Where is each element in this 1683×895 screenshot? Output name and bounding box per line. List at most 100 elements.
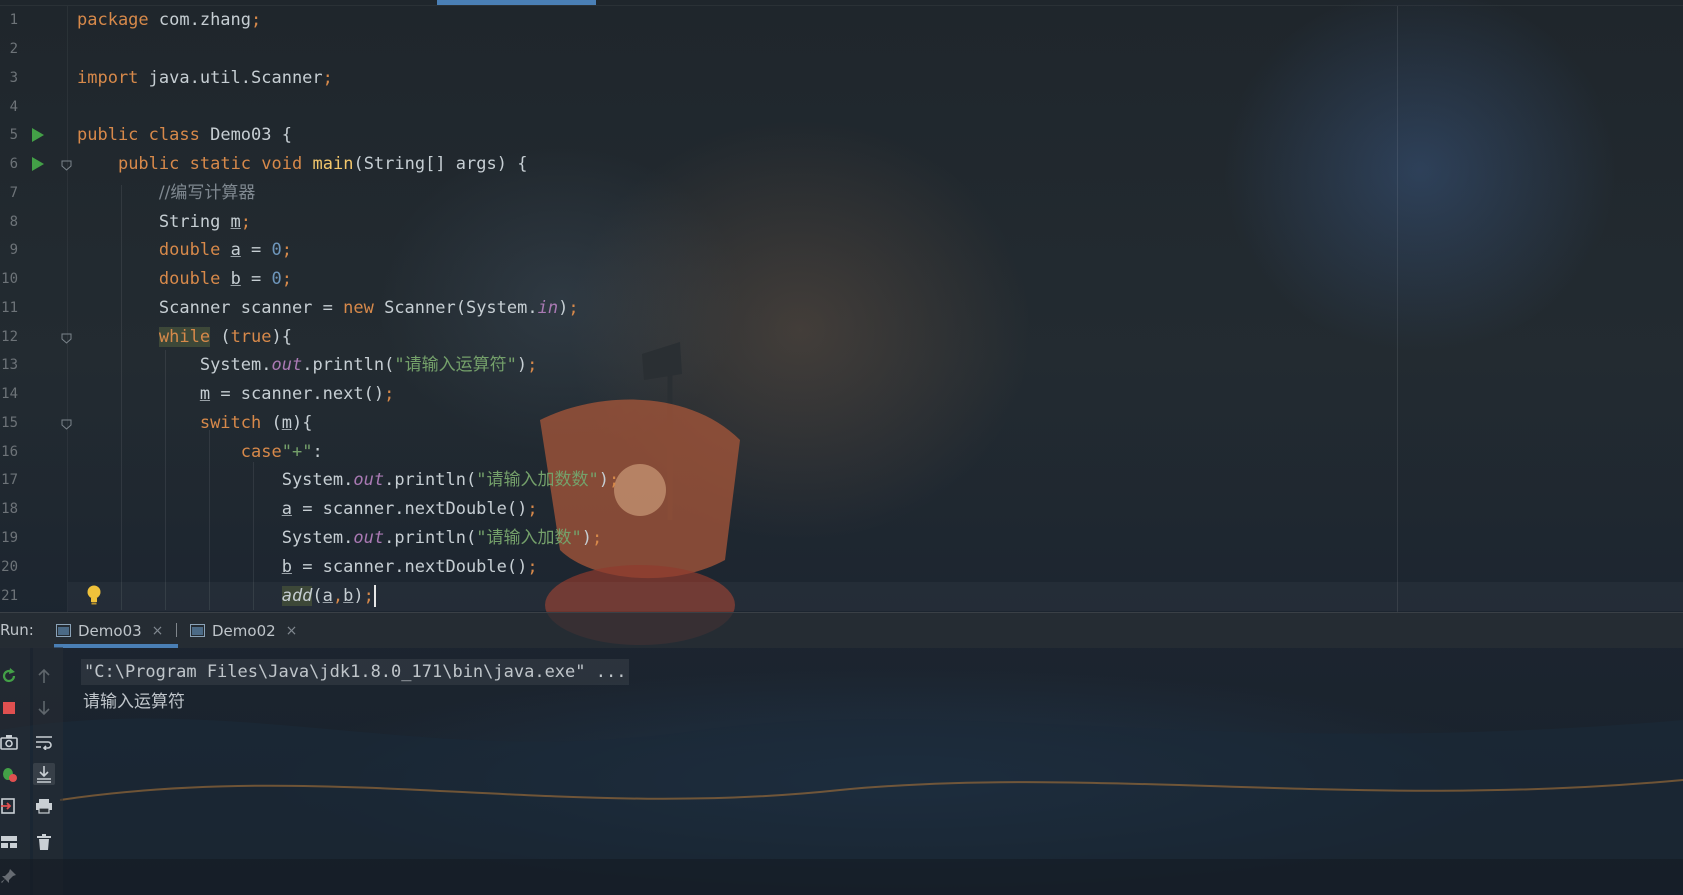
variable-token: a: [322, 586, 333, 606]
rerun-button[interactable]: [0, 665, 20, 687]
keyword-token: package: [77, 10, 149, 30]
stop-icon: [3, 702, 15, 714]
trash-icon: [37, 834, 51, 850]
right-margin-guide: [1397, 6, 1398, 612]
line-number: 4: [9, 99, 18, 115]
line-number: 18: [1, 501, 18, 517]
code-line-15[interactable]: switch (m){: [77, 409, 313, 438]
line-number: 1: [9, 12, 18, 28]
text-cursor: [373, 585, 376, 607]
comment-text: //编写计算器: [158, 183, 256, 203]
comma: ,: [332, 586, 344, 606]
code-line-21[interactable]: add(a,b);: [77, 582, 376, 611]
code-text: :: [312, 442, 323, 462]
code-line-7[interactable]: //编写计算器: [77, 179, 255, 208]
camera-icon: [0, 735, 18, 750]
code-line-20[interactable]: b = scanner.nextDouble();: [77, 553, 538, 582]
semicolon: ;: [240, 212, 252, 232]
keyword-token: public: [77, 125, 139, 145]
semicolon: ;: [608, 470, 620, 490]
line-number: 19: [1, 530, 18, 546]
code-text: System.: [281, 528, 354, 548]
code-line-5[interactable]: public class Demo03 {: [77, 121, 292, 150]
code-line-18[interactable]: a = scanner.nextDouble();: [77, 495, 538, 524]
console-command-line[interactable]: "C:\Program Files\Java\jdk1.8.0_171\bin\…: [81, 659, 630, 685]
string-literal: "请输入运算符": [394, 355, 517, 375]
code-line-13[interactable]: System.out.println("请输入运算符");: [77, 351, 537, 380]
code-text: ): [598, 470, 609, 490]
semicolon: ;: [527, 499, 538, 519]
static-field: out: [353, 528, 385, 548]
code-line-8[interactable]: String m;: [77, 208, 251, 237]
console-tab-icon: [190, 624, 205, 637]
code-text: = scanner.nextDouble(): [291, 557, 528, 577]
bottom-strip: [0, 859, 1683, 895]
static-field: in: [537, 298, 559, 318]
run-class-icon[interactable]: [32, 128, 44, 142]
tab-label: Demo03: [78, 621, 142, 640]
code-line-16[interactable]: case"+":: [77, 438, 323, 467]
exit-icon: [1, 798, 15, 814]
code-text: ): [581, 528, 592, 548]
tab-demo02[interactable]: Demo02 ×: [190, 613, 310, 648]
line-number: 21: [1, 588, 18, 604]
scroll-to-end-button[interactable]: [33, 763, 55, 785]
line-number: 20: [1, 559, 18, 575]
fold-icon[interactable]: [61, 160, 72, 171]
code-line-19[interactable]: System.out.println("请输入加数");: [77, 524, 602, 553]
code-line-3[interactable]: import java.util.Scanner;: [77, 64, 333, 93]
semicolon: ;: [363, 586, 374, 606]
code-line-12[interactable]: while (true){: [77, 323, 292, 352]
keyword-token: true: [230, 327, 272, 347]
number-literal: 0: [271, 269, 282, 289]
console-tab-icon: [56, 624, 71, 637]
code-text: (: [312, 586, 323, 606]
line-number: 3: [9, 70, 18, 86]
code-line-14[interactable]: m = scanner.next();: [77, 380, 395, 409]
semicolon: ;: [527, 355, 538, 375]
code-text: ): [516, 355, 528, 375]
exit-button[interactable]: [0, 795, 20, 817]
semicolon: ;: [322, 68, 333, 88]
console-output[interactable]: "C:\Program Files\Java\jdk1.8.0_171\bin\…: [64, 647, 1683, 875]
run-main-icon[interactable]: [32, 157, 44, 171]
run-toolbar-secondary: [33, 647, 63, 895]
debug-settings-button[interactable]: [0, 763, 20, 785]
code-line-17[interactable]: System.out.println("请输入加数数");: [77, 466, 619, 495]
layout-button[interactable]: [0, 831, 20, 853]
code-line-9[interactable]: double a = 0;: [77, 236, 292, 265]
up-button[interactable]: [33, 665, 55, 687]
code-text: (String[] args) {: [353, 154, 528, 174]
line-number: 8: [9, 214, 18, 230]
semicolon: ;: [568, 298, 579, 318]
clear-all-button[interactable]: [33, 831, 55, 853]
code-line-1[interactable]: package com.zhang;: [77, 6, 261, 35]
fold-icon[interactable]: [61, 333, 72, 344]
code-line-11[interactable]: Scanner scanner = new Scanner(System.in)…: [77, 294, 579, 323]
keyword-token: double: [158, 240, 221, 260]
tab-demo03[interactable]: Demo03 ×: [54, 613, 178, 648]
keyword-token: import: [77, 68, 139, 88]
stop-button[interactable]: [0, 697, 20, 719]
close-icon[interactable]: ×: [286, 623, 298, 639]
code-editor[interactable]: 1 2 3 4 5 6 7 8 9 10 11 12 13 14 15 16 1…: [0, 0, 1683, 612]
keyword-token: double: [158, 269, 221, 289]
code-line-10[interactable]: double b = 0;: [77, 265, 292, 294]
fold-icon[interactable]: [61, 419, 72, 430]
line-number: 16: [1, 444, 18, 460]
line-number: 14: [1, 386, 18, 402]
code-text: (: [210, 327, 231, 347]
close-icon[interactable]: ×: [152, 623, 164, 639]
code-text: = scanner.nextDouble(): [291, 499, 528, 519]
dump-threads-button[interactable]: [0, 731, 20, 753]
print-button[interactable]: [33, 795, 55, 817]
keyword-token: new: [343, 298, 374, 318]
soft-wrap-button[interactable]: [33, 731, 55, 753]
code-text: com.zhang: [148, 10, 252, 30]
code-line-6[interactable]: public static void main(String[] args) {: [77, 150, 528, 179]
down-arrow-icon: [38, 701, 50, 716]
line-number: 10: [1, 271, 18, 287]
layout-icon: [1, 836, 17, 848]
code-text: = scanner.next(): [210, 384, 385, 404]
down-button[interactable]: [33, 697, 55, 719]
